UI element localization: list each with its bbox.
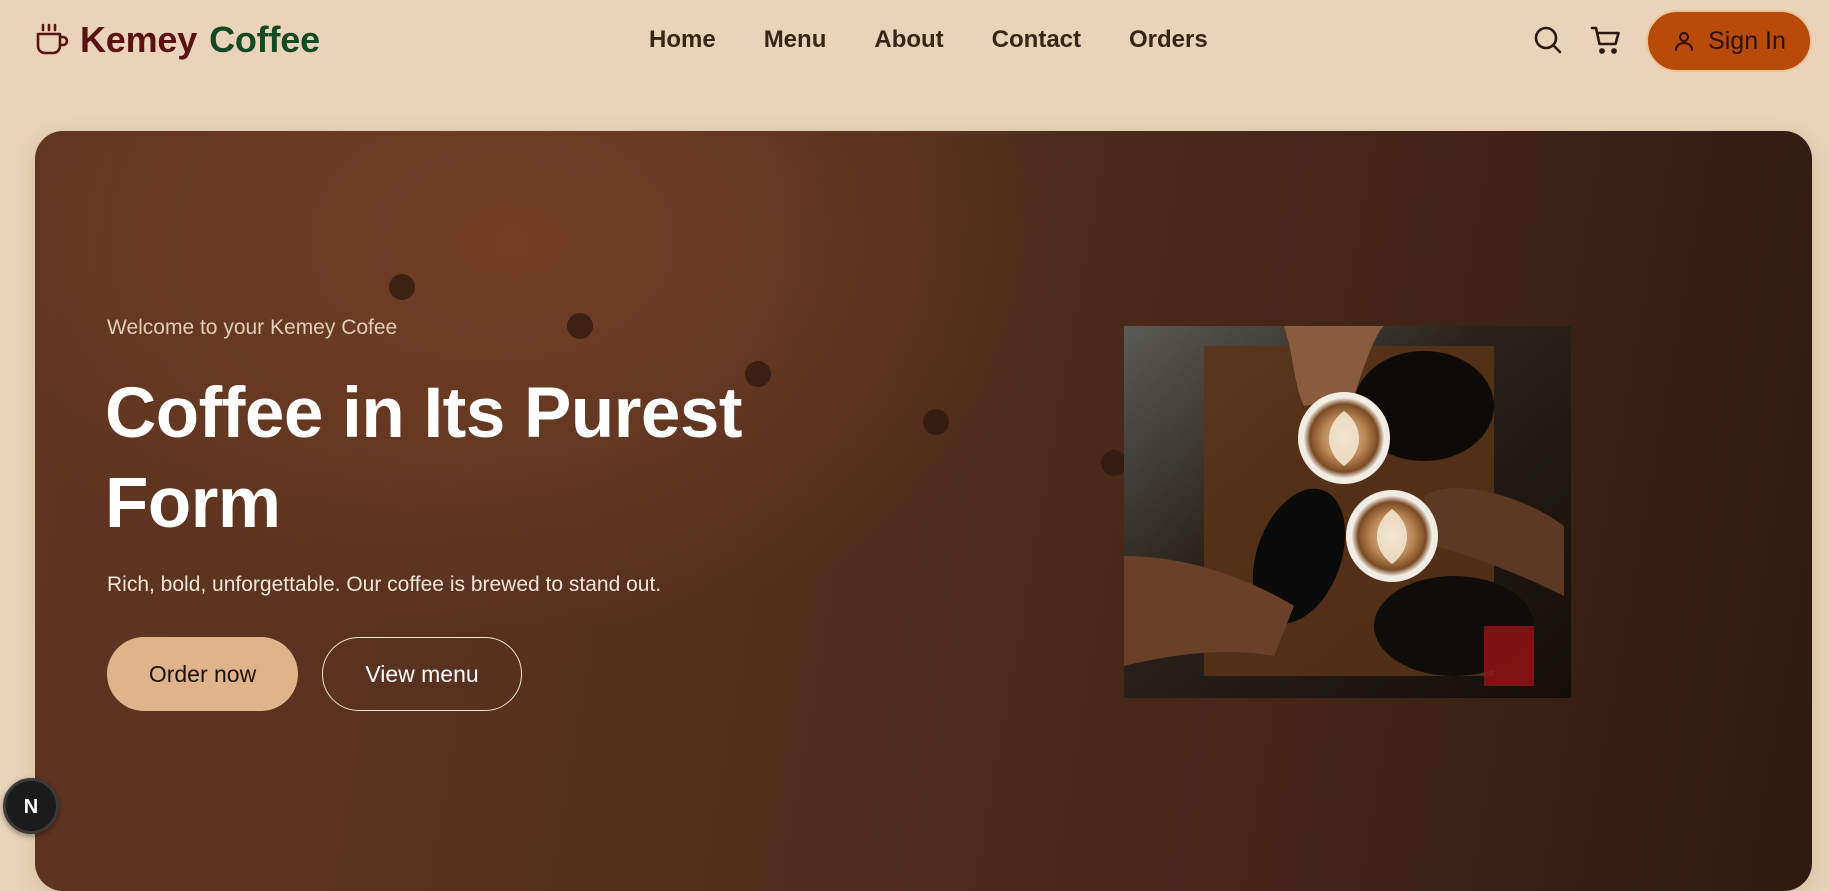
site-header: Kemey Coffee Home Menu About Contact Orde… bbox=[0, 0, 1830, 80]
hero-welcome-text: Welcome to your Kemey Cofee bbox=[107, 316, 398, 339]
brand-name: Kemey Coffee bbox=[80, 18, 320, 62]
sign-in-label: Sign In bbox=[1708, 26, 1786, 55]
hero-section: Welcome to your Kemey Cofee Coffee in It… bbox=[35, 131, 1812, 891]
nav-about[interactable]: About bbox=[874, 22, 943, 58]
user-icon bbox=[1675, 32, 1694, 51]
nextjs-dev-badge[interactable]: N bbox=[3, 778, 59, 834]
hero-title: Coffee in Its Purest Form bbox=[105, 374, 743, 543]
nav-home[interactable]: Home bbox=[649, 22, 716, 58]
nav-menu[interactable]: Menu bbox=[764, 22, 827, 58]
nav-contact[interactable]: Contact bbox=[992, 22, 1081, 58]
search-icon bbox=[1534, 26, 1562, 54]
brand-word-kemey: Kemey bbox=[80, 19, 198, 60]
decorative-dot bbox=[389, 274, 415, 300]
coffee-cup-icon bbox=[36, 23, 69, 55]
nextjs-n-icon: N bbox=[24, 796, 38, 818]
search-button[interactable] bbox=[1528, 20, 1568, 60]
decorative-dot bbox=[567, 313, 593, 339]
order-now-button[interactable]: Order now bbox=[107, 637, 298, 711]
nav-orders[interactable]: Orders bbox=[1129, 22, 1208, 58]
shopping-cart-icon bbox=[1590, 26, 1620, 54]
cart-button[interactable] bbox=[1586, 20, 1626, 60]
main-nav: Home Menu About Contact Orders bbox=[649, 22, 1208, 58]
svg-text:N: N bbox=[24, 796, 38, 818]
sign-in-button[interactable]: Sign In bbox=[1646, 10, 1812, 72]
view-menu-button[interactable]: View menu bbox=[322, 637, 522, 711]
brand-word-coffee: Coffee bbox=[209, 19, 320, 60]
decorative-dot bbox=[923, 409, 949, 435]
hero-image bbox=[1124, 326, 1571, 698]
brand-logo[interactable]: Kemey Coffee bbox=[34, 18, 320, 62]
hero-subtitle: Rich, bold, unforgettable. Our coffee is… bbox=[107, 573, 662, 596]
